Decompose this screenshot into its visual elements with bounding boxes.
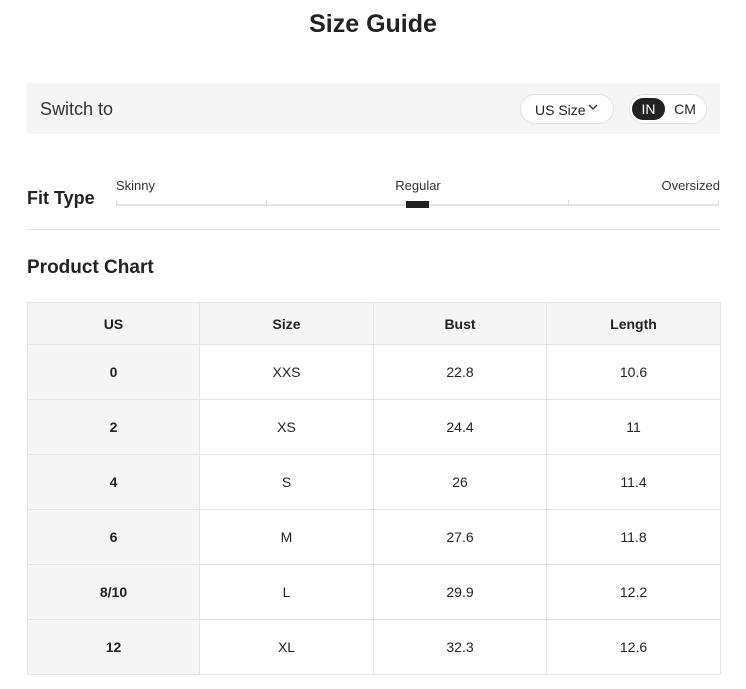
cell-length: 12.6 <box>546 619 721 675</box>
cell-us: 2 <box>27 399 200 455</box>
product-chart-title: Product Chart <box>27 257 154 278</box>
table-row: 2 XS 24.4 11 <box>27 399 721 455</box>
unit-in-button[interactable]: IN <box>632 98 665 120</box>
cell-length: 10.6 <box>546 344 721 400</box>
fit-slider-tick <box>116 200 117 206</box>
table-header-row: US Size Bust Length <box>27 302 721 345</box>
table-row: 0 XXS 22.8 10.6 <box>27 344 721 400</box>
cell-bust: 32.3 <box>373 619 547 675</box>
unit-toggle: IN CM <box>629 94 707 124</box>
size-chart-table: US Size Bust Length 0 XXS 22.8 10.6 2 XS… <box>27 302 721 675</box>
cell-bust: 24.4 <box>373 399 547 455</box>
size-system-select[interactable]: US Size <box>520 94 614 124</box>
section-divider <box>27 229 720 230</box>
cell-bust: 29.9 <box>373 564 547 620</box>
cell-length: 11.4 <box>546 454 721 510</box>
page-title: Size Guide <box>309 10 437 38</box>
column-header-bust: Bust <box>373 302 547 345</box>
cell-bust: 27.6 <box>373 509 547 565</box>
fit-type-label: Fit Type <box>27 188 95 208</box>
switch-label: Switch to <box>40 99 114 119</box>
column-header-length: Length <box>546 302 721 345</box>
table-row: 4 S 26 11.4 <box>27 454 721 510</box>
column-header-size: Size <box>199 302 374 345</box>
fit-slider-marker[interactable] <box>406 201 429 208</box>
unit-cm-button[interactable]: CM <box>668 98 702 120</box>
column-header-us: US <box>27 302 200 345</box>
fit-option-oversized[interactable]: Oversized <box>661 178 720 193</box>
table-row: 12 XL 32.3 12.6 <box>27 619 721 675</box>
cell-us: 6 <box>27 509 200 565</box>
cell-length: 11.8 <box>546 509 721 565</box>
fit-slider-tick <box>718 200 719 206</box>
cell-bust: 22.8 <box>373 344 547 400</box>
cell-size: XL <box>199 619 374 675</box>
chevron-down-icon <box>588 104 598 110</box>
cell-bust: 26 <box>373 454 547 510</box>
switch-bar: Switch to US Size IN CM <box>27 83 720 134</box>
cell-size: M <box>199 509 374 565</box>
fit-option-skinny[interactable]: Skinny <box>116 178 155 193</box>
cell-size: L <box>199 564 374 620</box>
size-system-value: US Size <box>535 102 586 118</box>
cell-us: 12 <box>27 619 200 675</box>
cell-size: XS <box>199 399 374 455</box>
fit-slider-tick <box>568 200 569 206</box>
cell-length: 12.2 <box>546 564 721 620</box>
cell-size: S <box>199 454 374 510</box>
table-row: 6 M 27.6 11.8 <box>27 509 721 565</box>
cell-us: 0 <box>27 344 200 400</box>
table-row: 8/10 L 29.9 12.2 <box>27 564 721 620</box>
cell-length: 11 <box>546 399 721 455</box>
cell-us: 8/10 <box>27 564 200 620</box>
fit-option-regular[interactable]: Regular <box>395 178 441 193</box>
cell-size: XXS <box>199 344 374 400</box>
fit-slider-tick <box>266 200 267 206</box>
cell-us: 4 <box>27 454 200 510</box>
